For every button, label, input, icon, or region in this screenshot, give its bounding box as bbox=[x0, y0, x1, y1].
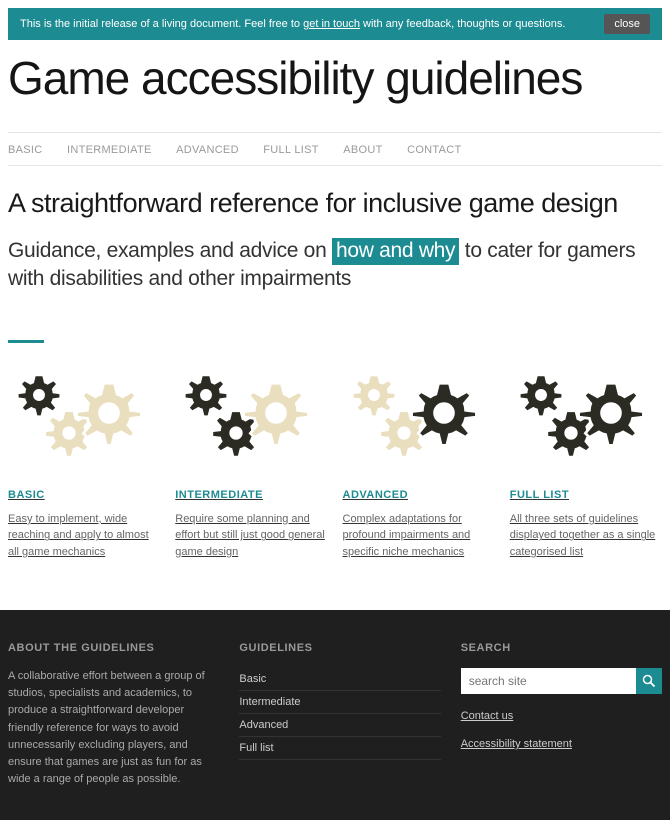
card-basic[interactable]: BASIC Easy to implement, wide reaching a… bbox=[8, 371, 160, 561]
footer-guidelines: GUIDELINES Basic Intermediate Advanced F… bbox=[239, 642, 440, 787]
gears-icon bbox=[510, 371, 662, 471]
main-nav: BASIC INTERMEDIATE ADVANCED FULL LIST AB… bbox=[8, 132, 662, 166]
footer-link-advanced[interactable]: Advanced bbox=[239, 714, 440, 737]
footer-link-full[interactable]: Full list bbox=[239, 737, 440, 760]
separator bbox=[8, 340, 44, 343]
card-desc: All three sets of guidelines displayed t… bbox=[510, 511, 662, 561]
footer-search: SEARCH Contact us Accessibility statemen… bbox=[461, 642, 662, 787]
card-intermediate[interactable]: INTERMEDIATE Require some planning and e… bbox=[175, 371, 327, 561]
nav-full-list[interactable]: FULL LIST bbox=[263, 144, 318, 156]
gears-icon bbox=[175, 371, 327, 471]
footer-guides-title: GUIDELINES bbox=[239, 642, 440, 654]
footer-about-title: ABOUT THE GUIDELINES bbox=[8, 642, 219, 654]
nav-basic[interactable]: BASIC bbox=[8, 144, 43, 156]
gears-icon bbox=[343, 371, 495, 471]
card-title: INTERMEDIATE bbox=[175, 489, 327, 501]
cards-row: BASIC Easy to implement, wide reaching a… bbox=[8, 371, 662, 561]
nav-advanced[interactable]: ADVANCED bbox=[176, 144, 239, 156]
nav-intermediate[interactable]: INTERMEDIATE bbox=[67, 144, 152, 156]
banner-text: This is the initial release of a living … bbox=[20, 18, 565, 30]
footer-about-body: A collaborative effort between a group o… bbox=[8, 668, 219, 787]
nav-contact[interactable]: CONTACT bbox=[407, 144, 461, 156]
gears-icon bbox=[8, 371, 160, 471]
search-form bbox=[461, 668, 662, 694]
card-title: ADVANCED bbox=[343, 489, 495, 501]
card-title: FULL LIST bbox=[510, 489, 662, 501]
footer-link-contact[interactable]: Contact us bbox=[461, 710, 662, 722]
nav-about[interactable]: ABOUT bbox=[343, 144, 382, 156]
announcement-banner: This is the initial release of a living … bbox=[8, 8, 662, 40]
search-input[interactable] bbox=[461, 668, 636, 694]
footer: ABOUT THE GUIDELINES A collaborative eff… bbox=[0, 610, 670, 819]
footer-link-accessibility[interactable]: Accessibility statement bbox=[461, 738, 662, 750]
sub-before: Guidance, examples and advice on bbox=[8, 239, 332, 262]
sub-tagline: Guidance, examples and advice on how and… bbox=[8, 237, 662, 292]
footer-link-intermediate[interactable]: Intermediate bbox=[239, 691, 440, 714]
site-title: Game accessibility guidelines bbox=[8, 54, 662, 102]
card-full-list[interactable]: FULL LIST All three sets of guidelines d… bbox=[510, 371, 662, 561]
card-desc: Easy to implement, wide reaching and app… bbox=[8, 511, 160, 561]
card-desc: Require some planning and effort but sti… bbox=[175, 511, 327, 561]
card-desc: Complex adaptations for profound impairm… bbox=[343, 511, 495, 561]
search-icon bbox=[642, 674, 656, 688]
footer-search-title: SEARCH bbox=[461, 642, 662, 654]
footer-about: ABOUT THE GUIDELINES A collaborative eff… bbox=[8, 642, 219, 787]
card-title: BASIC bbox=[8, 489, 160, 501]
sub-highlight: how and why bbox=[332, 238, 459, 265]
tagline: A straightforward reference for inclusiv… bbox=[8, 188, 662, 219]
banner-link[interactable]: get in touch bbox=[303, 18, 360, 30]
search-button[interactable] bbox=[636, 668, 662, 694]
banner-text-before: This is the initial release of a living … bbox=[20, 18, 303, 30]
card-advanced[interactable]: ADVANCED Complex adaptations for profoun… bbox=[343, 371, 495, 561]
footer-link-basic[interactable]: Basic bbox=[239, 668, 440, 691]
close-button[interactable]: close bbox=[604, 14, 650, 34]
banner-text-after: with any feedback, thoughts or questions… bbox=[360, 18, 565, 30]
